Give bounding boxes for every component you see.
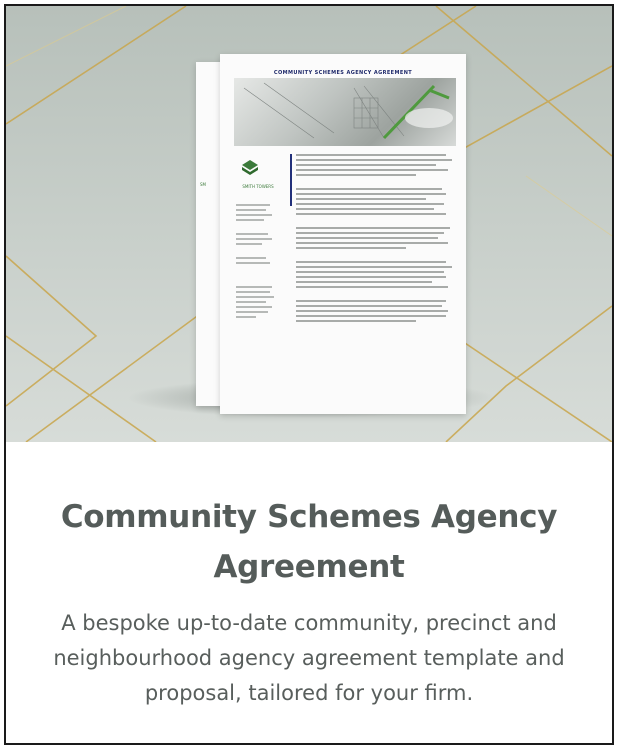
hero-image: SM COMMUNITY SCHEMES AGENCY AGREEMENT SM… [6, 6, 612, 442]
document-logo-text: SMITH TOWERS [242, 184, 274, 189]
card-description: A bespoke up-to-date community, precinct… [53, 611, 565, 705]
back-page-logo-text: SM [200, 182, 206, 187]
card-title[interactable]: Community Schemes Agency Agreement [16, 492, 602, 592]
document-body-text-block [296, 154, 456, 325]
document-accent-rule [290, 154, 292, 206]
company-logo-icon [242, 160, 258, 175]
building-sketch-illustration [243, 82, 453, 140]
document-heading: COMMUNITY SCHEMES AGENCY AGREEMENT [273, 70, 413, 76]
product-card[interactable]: SM COMMUNITY SCHEMES AGENCY AGREEMENT SM… [4, 4, 614, 745]
document-photo [234, 78, 456, 146]
document-front-page: COMMUNITY SCHEMES AGENCY AGREEMENT SMITH… [220, 54, 466, 414]
document-sidebar-text [236, 204, 276, 321]
